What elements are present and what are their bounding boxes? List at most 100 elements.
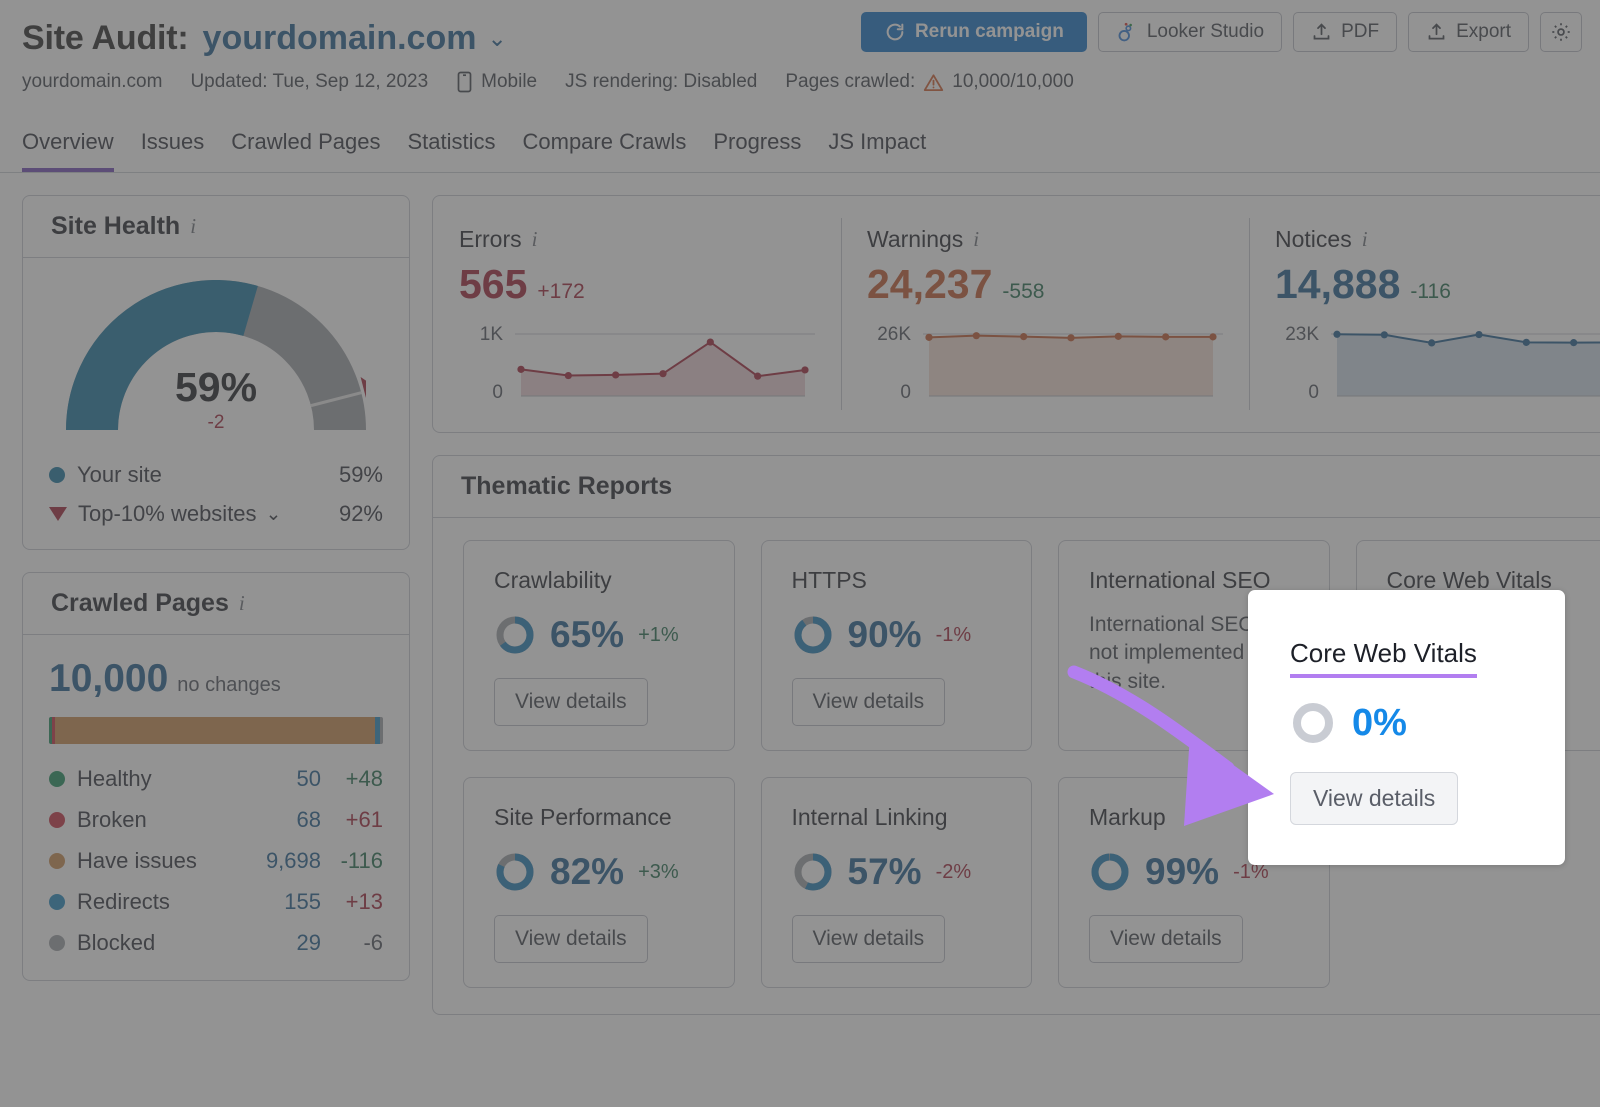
- spark-point[interactable]: [659, 370, 666, 377]
- spark-point[interactable]: [565, 372, 572, 379]
- spark-point[interactable]: [1570, 339, 1577, 346]
- crawled-stat-value[interactable]: 155: [249, 889, 321, 915]
- crawled-stat-row[interactable]: Have issues9,698-116: [49, 848, 383, 874]
- notices-spark-svg: [1331, 324, 1600, 406]
- spark-point[interactable]: [925, 334, 932, 341]
- core-web-vitals-view-details-button[interactable]: View details: [1290, 772, 1458, 825]
- view-details-button[interactable]: View details: [1089, 915, 1243, 963]
- crawled-stat-value[interactable]: 29: [249, 930, 321, 956]
- spark-point[interactable]: [1523, 339, 1530, 346]
- tab-overview[interactable]: Overview: [22, 129, 114, 172]
- crawled-stat-value[interactable]: 9,698: [249, 848, 321, 874]
- site-health-delta: -2: [66, 412, 366, 434]
- issue-stats-card: Errors i 565 +172 1K 0: [432, 195, 1600, 433]
- progress-ring-icon: [792, 851, 834, 893]
- crawled-stat-label: Redirects: [77, 889, 249, 915]
- spark-point[interactable]: [1428, 339, 1435, 346]
- pdf-button[interactable]: PDF: [1293, 12, 1397, 52]
- legend-top-10[interactable]: Top-10% websites ⌄ 92%: [49, 501, 383, 527]
- spark-area: [929, 336, 1213, 396]
- spark-point[interactable]: [801, 366, 808, 373]
- spark-point[interactable]: [517, 366, 524, 373]
- thematic-card-percent: 57%: [848, 851, 922, 893]
- crawled-stat-row[interactable]: Blocked29-6: [49, 930, 383, 956]
- progress-ring-icon: [1089, 851, 1131, 893]
- site-health-card: Site Health i: [22, 195, 410, 550]
- status-dot-icon: [49, 771, 65, 787]
- site-health-title: Site Health: [51, 212, 180, 241]
- status-dot-icon: [49, 812, 65, 828]
- info-icon[interactable]: i: [190, 214, 196, 239]
- meta-domain: yourdomain.com: [22, 71, 162, 93]
- thematic-report-card[interactable]: Crawlability 65%+1%View details: [463, 540, 735, 751]
- notices-title: Notices: [1275, 226, 1352, 253]
- notices-axis-top: 23K: [1285, 324, 1319, 346]
- crawled-stat-row[interactable]: Healthy50+48: [49, 766, 383, 792]
- spark-point[interactable]: [612, 371, 619, 378]
- errors-axis-top: 1K: [480, 324, 503, 346]
- legend-top-10-label: Top-10% websites: [78, 501, 257, 527]
- refresh-icon: [884, 21, 906, 43]
- info-icon[interactable]: i: [239, 591, 245, 616]
- spark-point[interactable]: [1381, 331, 1388, 338]
- export-button[interactable]: Export: [1408, 12, 1529, 52]
- crawled-stat-row[interactable]: Redirects155+13: [49, 889, 383, 915]
- info-icon[interactable]: i: [973, 227, 979, 252]
- spark-point[interactable]: [1067, 334, 1074, 341]
- looker-studio-button[interactable]: Looker Studio: [1098, 12, 1282, 52]
- notices-axis-bottom: 0: [1308, 382, 1319, 404]
- errors-title-row: Errors i: [459, 226, 815, 253]
- crawled-stat-value[interactable]: 68: [249, 807, 321, 833]
- meta-js-rendering: JS rendering: Disabled: [565, 71, 757, 93]
- errors-spark-svg: [515, 324, 815, 406]
- tab-compare-crawls[interactable]: Compare Crawls: [523, 129, 687, 172]
- spark-point[interactable]: [707, 338, 714, 345]
- spark-point[interactable]: [973, 332, 980, 339]
- thematic-card-score-row: 57%-2%: [792, 851, 1002, 893]
- crawled-stat-label: Healthy: [77, 766, 249, 792]
- info-icon[interactable]: i: [532, 227, 538, 252]
- info-icon[interactable]: i: [1362, 227, 1368, 252]
- thematic-report-card[interactable]: HTTPS 90%-1%View details: [761, 540, 1033, 751]
- crawled-pages-header: Crawled Pages i: [23, 573, 409, 635]
- thematic-card-score-row: 90%-1%: [792, 614, 1002, 656]
- notices-sparkline: 23K 0: [1275, 324, 1600, 406]
- spark-point[interactable]: [1333, 331, 1340, 338]
- tab-issues[interactable]: Issues: [141, 129, 205, 172]
- thematic-report-card[interactable]: Site Performance 82%+3%View details: [463, 777, 735, 988]
- chevron-down-icon[interactable]: ⌄: [266, 503, 282, 526]
- spark-point[interactable]: [1475, 331, 1482, 338]
- legend-dot-icon: [49, 467, 65, 483]
- thematic-report-card[interactable]: Internal Linking 57%-2%View details: [761, 777, 1033, 988]
- domain-link[interactable]: yourdomain.com: [203, 19, 477, 58]
- thematic-card-percent: 65%: [550, 614, 624, 656]
- looker-studio-icon: [1116, 21, 1138, 43]
- thematic-reports-header: Thematic Reports: [433, 456, 1600, 518]
- spark-point[interactable]: [1115, 333, 1122, 340]
- view-details-button[interactable]: View details: [494, 915, 648, 963]
- notices-title-row: Notices i: [1275, 226, 1600, 253]
- spark-point[interactable]: [754, 373, 761, 380]
- tab-js-impact[interactable]: JS Impact: [828, 129, 926, 172]
- warnings-delta: -558: [1002, 280, 1044, 304]
- tab-crawled-pages[interactable]: Crawled Pages: [231, 129, 380, 172]
- spark-point[interactable]: [1209, 333, 1216, 340]
- settings-button[interactable]: [1540, 12, 1582, 52]
- rerun-campaign-button[interactable]: Rerun campaign: [861, 12, 1087, 52]
- warnings-stat: Warnings i 24,237 -558 26K 0: [841, 204, 1249, 424]
- crawled-stat-row[interactable]: Broken68+61: [49, 807, 383, 833]
- crawled-stat-value[interactable]: 50: [249, 766, 321, 792]
- view-details-button[interactable]: View details: [494, 678, 648, 726]
- view-details-button[interactable]: View details: [792, 915, 946, 963]
- gauge-center-label: 59% -2: [66, 367, 366, 434]
- site-audit-page: Site Audit: yourdomain.com ⌄ Rerun campa…: [0, 0, 1600, 1107]
- view-details-button[interactable]: View details: [792, 678, 946, 726]
- spark-point[interactable]: [1162, 333, 1169, 340]
- pdf-label: PDF: [1341, 21, 1379, 43]
- tab-progress[interactable]: Progress: [713, 129, 801, 172]
- tab-statistics[interactable]: Statistics: [407, 129, 495, 172]
- errors-stat: Errors i 565 +172 1K 0: [433, 204, 841, 424]
- crawled-total-value: 10,000: [49, 657, 168, 701]
- chevron-down-icon[interactable]: ⌄: [487, 27, 506, 50]
- spark-point[interactable]: [1020, 333, 1027, 340]
